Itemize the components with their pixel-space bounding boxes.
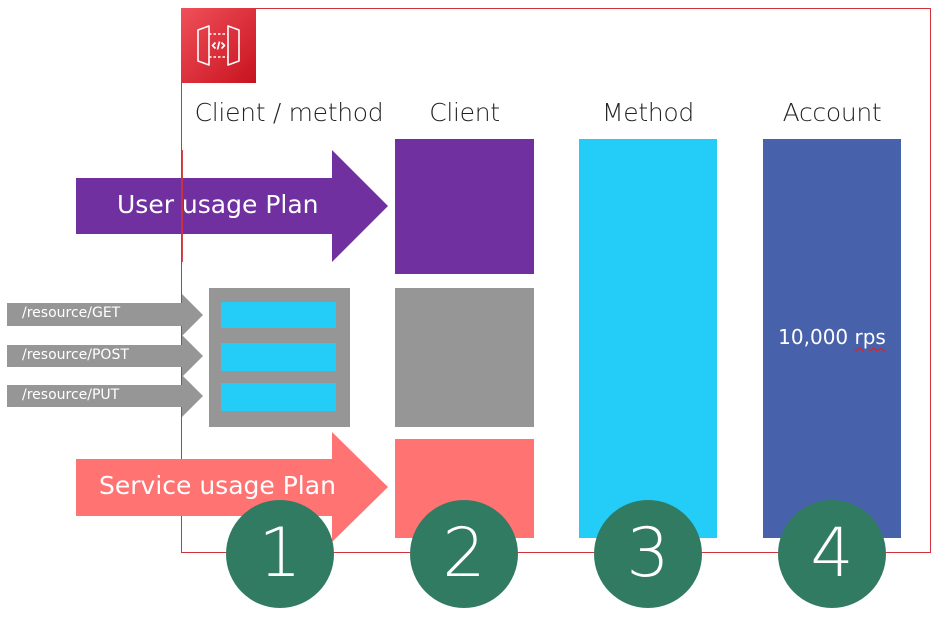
method-throttle-block <box>579 139 717 538</box>
resource-get-label: /resource/GET <box>22 305 121 321</box>
method-bar-get <box>221 302 336 328</box>
account-limit-value: 10,000 <box>778 325 849 349</box>
resource-put-arrow: /resource/PUT <box>7 375 203 417</box>
column-header-client-method: Client / method <box>194 98 384 127</box>
user-usage-plan-label: User usage Plan <box>117 190 319 219</box>
service-usage-plan-arrow: Service usage Plan <box>76 432 388 542</box>
resource-get-arrow: /resource/GET <box>7 294 203 336</box>
service-usage-plan-label: Service usage Plan <box>99 471 336 500</box>
step-badge-3: 3 <box>594 500 702 608</box>
method-bar-put <box>221 383 336 411</box>
method-bar-post <box>221 343 336 371</box>
step-badge-4: 4 <box>778 500 886 608</box>
step-badge-2: 2 <box>410 500 518 608</box>
account-limit-unit: rps <box>854 325 886 349</box>
resource-post-arrow: /resource/POST <box>7 335 203 377</box>
client-resource-block <box>395 288 534 427</box>
client-user-plan-block <box>395 139 534 274</box>
step-badge-1: 1 <box>226 500 334 608</box>
api-gateway-icon <box>197 25 240 66</box>
frame-line-overlay <box>181 150 183 262</box>
account-limit-label: 10,000 rps <box>763 325 901 349</box>
column-header-client: Client <box>429 98 500 127</box>
resource-put-label: /resource/PUT <box>22 387 120 403</box>
user-usage-plan-arrow: User usage Plan <box>76 150 388 262</box>
column-header-method: Method <box>602 98 694 127</box>
api-gateway-logo <box>181 8 256 83</box>
column-header-account: Account <box>782 98 882 127</box>
resource-post-label: /resource/POST <box>22 347 129 363</box>
account-throttle-block: 10,000 rps <box>763 139 901 538</box>
